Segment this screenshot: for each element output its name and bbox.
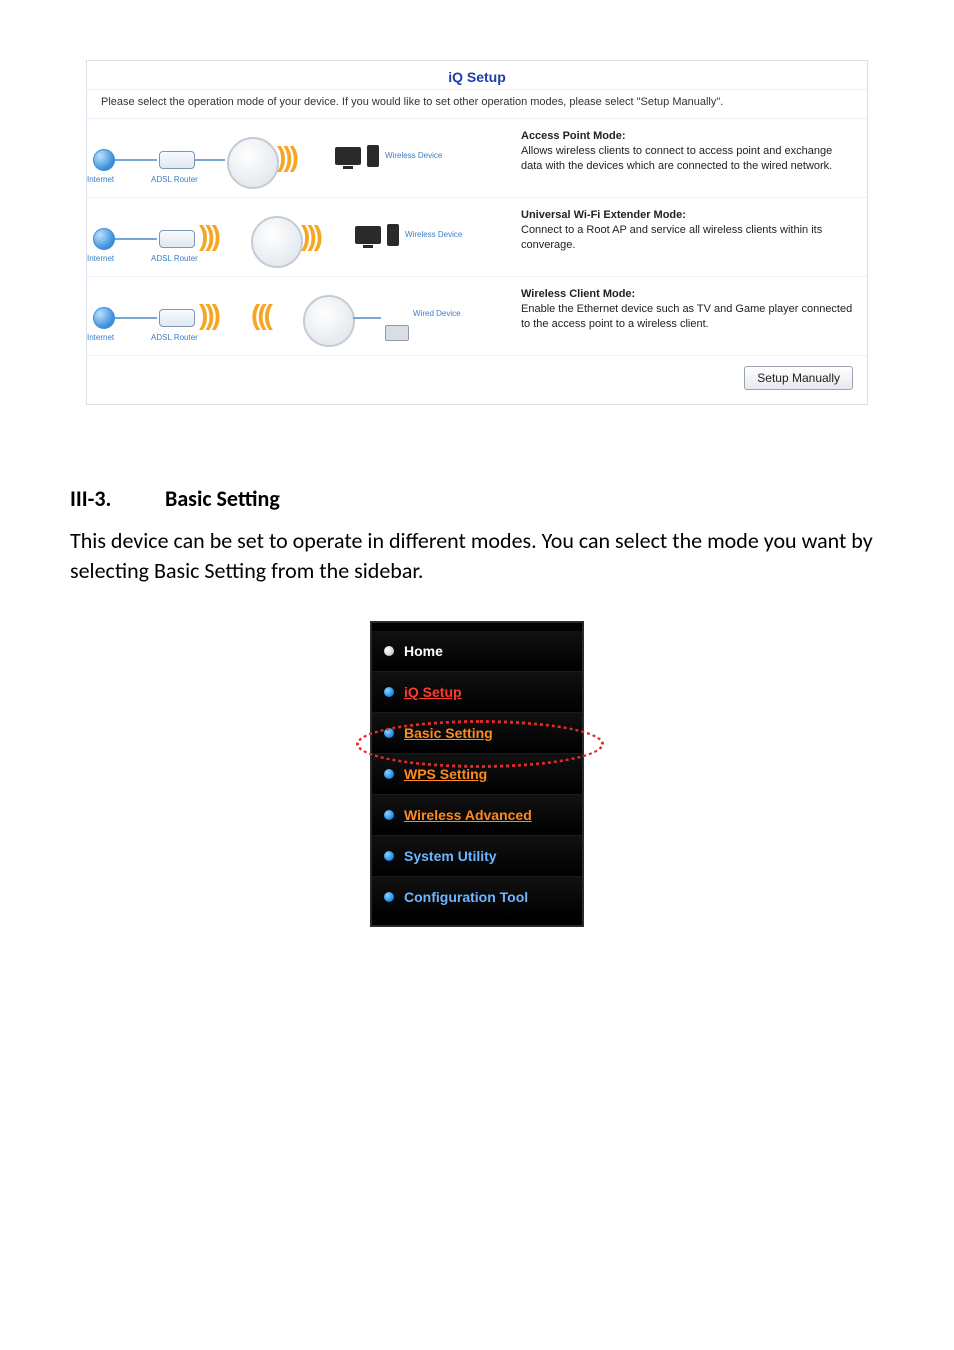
sidebar-item-label: WPS Setting [404,766,487,782]
bullet-icon [384,810,394,820]
setup-manually-button[interactable]: Setup Manually [744,366,853,390]
diagram-line [115,238,157,240]
adsl-router-icon [159,151,195,169]
sidebar-item-wps-setting[interactable]: WPS Setting [372,754,582,795]
mode-text: Enable the Ethernet device such as TV an… [521,303,852,330]
iq-setup-footer: Setup Manually [87,356,867,404]
mode-text: Allows wireless clients to connect to ac… [521,145,832,172]
mode-title: Access Point Mode: [521,130,626,142]
diagram-line [353,317,381,319]
diagram-line [195,159,225,161]
section-body: This device can be set to operate in dif… [70,526,884,585]
mode-desc-access-point: Access Point Mode: Allows wireless clien… [507,119,867,197]
label-internet: Internet [87,333,114,342]
label-wireless-device: Wireless Device [385,151,442,160]
mode-diagram-extender: Internet ADSL Router ))) ))) Wireless De… [87,198,507,276]
section-number: III-3. [70,485,160,512]
adsl-router-icon [159,309,195,327]
globe-icon [93,149,115,171]
sidebar-item-label: System Utility [404,848,497,864]
sidebar-item-label: Wireless Advanced [404,807,532,823]
label-wired-device: Wired Device [413,309,461,318]
label-adsl: ADSL Router [151,254,198,263]
device-disc-icon [227,137,279,189]
sidebar-item-home[interactable]: Home [372,631,582,672]
label-internet: Internet [87,254,114,263]
mode-diagram-client: Internet ADSL Router ))) ((( Wired Devic… [87,277,507,355]
mode-row-extender[interactable]: Internet ADSL Router ))) ))) Wireless De… [87,198,867,277]
pc-icon [385,325,409,341]
sidebar-item-label: Configuration Tool [404,889,528,905]
iq-setup-title: iQ Setup [87,61,867,90]
sidebar-item-configuration-tool[interactable]: Configuration Tool [372,877,582,917]
mode-diagram-access-point: Internet ADSL Router ))) Wireless Device [87,119,507,197]
sidebar-item-iq-setup[interactable]: iQ Setup [372,672,582,713]
tv-icon [335,147,361,165]
sidebar-item-basic-setting[interactable]: Basic Setting [372,713,582,754]
bullet-icon [384,646,394,656]
phone-icon [367,145,379,167]
device-disc-icon [251,216,303,268]
wifi-waves-icon: ))) [301,220,320,252]
mode-desc-client: Wireless Client Mode: Enable the Etherne… [507,277,867,355]
iq-setup-intro: Please select the operation mode of your… [87,90,867,119]
sidebar-item-label: iQ Setup [404,684,462,700]
mode-desc-extender: Universal Wi-Fi Extender Mode: Connect t… [507,198,867,276]
sidebar-item-label: Basic Setting [404,725,493,741]
bullet-icon [384,769,394,779]
wifi-waves-icon: ))) [199,220,218,252]
globe-icon [93,307,115,329]
bullet-icon [384,687,394,697]
sidebar-item-label: Home [404,643,443,659]
sidebar-item-wireless-advanced[interactable]: Wireless Advanced [372,795,582,836]
wifi-waves-icon: ))) [277,141,296,173]
diagram-line [115,159,157,161]
adsl-router-icon [159,230,195,248]
wifi-waves-icon: ))) [199,299,218,331]
wifi-waves-icon: ((( [251,299,270,331]
device-disc-icon [303,295,355,347]
section-title: Basic Setting [165,485,280,512]
label-wireless-device: Wireless Device [405,230,462,239]
label-adsl: ADSL Router [151,333,198,342]
diagram-line [115,317,157,319]
mode-text: Connect to a Root AP and service all wir… [521,224,822,251]
bullet-icon [384,728,394,738]
bullet-icon [384,851,394,861]
label-internet: Internet [87,175,114,184]
mode-row-access-point[interactable]: Internet ADSL Router ))) Wireless Device… [87,119,867,198]
mode-row-client[interactable]: Internet ADSL Router ))) ((( Wired Devic… [87,277,867,356]
sidebar-menu: Home iQ Setup Basic Setting WPS Setting … [370,621,584,927]
tv-icon [355,226,381,244]
globe-icon [93,228,115,250]
sidebar-screenshot: Home iQ Setup Basic Setting WPS Setting … [362,621,592,927]
mode-title: Universal Wi-Fi Extender Mode: [521,209,686,221]
bullet-icon [384,892,394,902]
document-page: iQ Setup Please select the operation mod… [0,0,954,1350]
section-heading: III-3. Basic Setting [70,485,884,512]
label-adsl: ADSL Router [151,175,198,184]
phone-icon [387,224,399,246]
iq-setup-panel: iQ Setup Please select the operation mod… [86,60,868,405]
mode-title: Wireless Client Mode: [521,288,635,300]
sidebar-item-system-utility[interactable]: System Utility [372,836,582,877]
